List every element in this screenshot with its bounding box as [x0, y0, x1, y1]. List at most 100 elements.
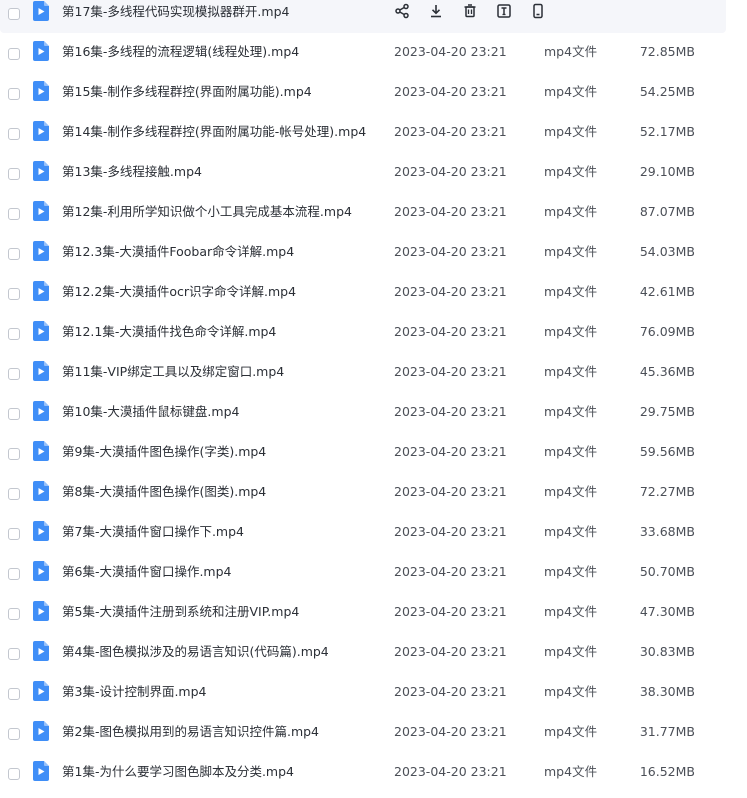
file-type: mp4文件	[544, 164, 598, 179]
file-size: 38.30MB	[639, 684, 695, 699]
row-checkbox[interactable]	[8, 408, 20, 420]
row-checkbox[interactable]	[8, 568, 20, 580]
file-name[interactable]: 第12.2集-大漠插件ocr识字命令详解.mp4	[62, 284, 296, 300]
row-checkbox[interactable]	[8, 688, 20, 700]
file-size: 30.83MB	[639, 644, 695, 659]
file-name[interactable]: 第3集-设计控制界面.mp4	[62, 684, 207, 700]
file-type: mp4文件	[544, 44, 598, 59]
table-row[interactable]: 第16集-多线程的流程逻辑(线程处理).mp4 2023-04-20 23:21 m…	[0, 37, 726, 73]
row-checkbox[interactable]	[8, 88, 20, 100]
row-checkbox[interactable]	[8, 128, 20, 140]
file-name[interactable]: 第4集-图色模拟涉及的易语言知识(代码篇).mp4	[62, 644, 329, 660]
file-size: 87.07MB	[639, 204, 695, 219]
table-row[interactable]: 第15集-制作多线程群控(界面附属功能).mp4 2023-04-20 23:21…	[0, 77, 726, 113]
file-type: mp4文件	[544, 444, 598, 459]
table-row[interactable]: 第17集-多线程代码实现模拟器群开.mp4	[0, 0, 726, 33]
file-type: mp4文件	[544, 84, 598, 99]
file-name[interactable]: 第8集-大漠插件图色操作(图类).mp4	[62, 484, 266, 500]
file-size: 52.17MB	[639, 124, 695, 139]
table-row[interactable]: 第5集-大漠插件注册到系统和注册VIP.mp4 2023-04-20 23:21 m…	[0, 597, 726, 633]
delete-icon[interactable]	[460, 1, 480, 21]
file-date: 2023-04-20 23:21	[394, 684, 507, 699]
video-file-icon	[33, 121, 49, 141]
table-row[interactable]: 第10集-大漠插件鼠标键盘.mp4 2023-04-20 23:21 mp4文件 29…	[0, 397, 726, 433]
file-size: 54.25MB	[639, 84, 695, 99]
file-name[interactable]: 第1集-为什么要学习图色脚本及分类.mp4	[62, 764, 294, 780]
table-row[interactable]: 第12.3集-大漠插件Foobar命令详解.mp4 2023-04-20 23:2…	[0, 237, 726, 273]
row-checkbox[interactable]	[8, 168, 20, 180]
file-size: 42.61MB	[639, 284, 695, 299]
file-name[interactable]: 第15集-制作多线程群控(界面附属功能).mp4	[62, 84, 312, 100]
row-checkbox[interactable]	[8, 488, 20, 500]
file-name[interactable]: 第12.3集-大漠插件Foobar命令详解.mp4	[62, 244, 294, 260]
file-type: mp4文件	[544, 204, 598, 219]
row-checkbox[interactable]	[8, 608, 20, 620]
row-checkbox[interactable]	[8, 8, 20, 20]
text-extract-icon[interactable]	[494, 1, 514, 21]
file-name[interactable]: 第2集-图色模拟用到的易语言知识控件篇.mp4	[62, 724, 319, 740]
table-row[interactable]: 第8集-大漠插件图色操作(图类).mp4 2023-04-20 23:21 mp4文…	[0, 477, 726, 513]
video-file-icon	[33, 641, 49, 661]
file-type: mp4文件	[544, 724, 598, 739]
file-type: mp4文件	[544, 364, 598, 379]
phone-icon[interactable]	[528, 1, 548, 21]
file-name[interactable]: 第12集-利用所学知识做个小工具完成基本流程.mp4	[62, 204, 352, 220]
file-name[interactable]: 第10集-大漠插件鼠标键盘.mp4	[62, 404, 239, 420]
table-row[interactable]: 第3集-设计控制界面.mp4 2023-04-20 23:21 mp4文件 38.30…	[0, 677, 726, 713]
file-size: 31.77MB	[639, 724, 695, 739]
file-name[interactable]: 第13集-多线程接触.mp4	[62, 164, 202, 180]
download-icon[interactable]	[426, 1, 446, 21]
file-name[interactable]: 第11集-VIP绑定工具以及绑定窗口.mp4	[62, 364, 284, 380]
row-checkbox[interactable]	[8, 528, 20, 540]
table-row[interactable]: 第6集-大漠插件窗口操作.mp4 2023-04-20 23:21 mp4文件 50.…	[0, 557, 726, 593]
file-date: 2023-04-20 23:21	[394, 244, 507, 259]
table-row[interactable]: 第11集-VIP绑定工具以及绑定窗口.mp4 2023-04-20 23:21 mp…	[0, 357, 726, 393]
table-row[interactable]: 第4集-图色模拟涉及的易语言知识(代码篇).mp4 2023-04-20 23:2…	[0, 637, 726, 673]
table-row[interactable]: 第7集-大漠插件窗口操作下.mp4 2023-04-20 23:21 mp4文件 33…	[0, 517, 726, 553]
file-type: mp4文件	[544, 244, 598, 259]
file-name[interactable]: 第16集-多线程的流程逻辑(线程处理).mp4	[62, 44, 299, 60]
table-row[interactable]: 第13集-多线程接触.mp4 2023-04-20 23:21 mp4文件 29.10…	[0, 157, 726, 193]
table-row[interactable]: 第12.1集-大漠插件找色命令详解.mp4 2023-04-20 23:21 mp4…	[0, 317, 726, 353]
file-type: mp4文件	[544, 404, 598, 419]
table-row[interactable]: 第12集-利用所学知识做个小工具完成基本流程.mp4 2023-04-20 23:…	[0, 197, 726, 233]
file-list: 第17集-多线程代码实现模拟器群开.mp4 第16集-多线程的流程逻辑(线程处理…	[0, 0, 747, 798]
table-row[interactable]: 第14集-制作多线程群控(界面附属功能-帐号处理).mp4 2023-04-20 …	[0, 117, 726, 153]
row-checkbox[interactable]	[8, 648, 20, 660]
row-checkbox[interactable]	[8, 728, 20, 740]
share-icon[interactable]	[392, 1, 412, 21]
file-date: 2023-04-20 23:21	[394, 364, 507, 379]
row-checkbox[interactable]	[8, 368, 20, 380]
file-size: 50.70MB	[639, 564, 695, 579]
video-file-icon	[33, 681, 49, 701]
file-date: 2023-04-20 23:21	[394, 44, 507, 59]
file-name[interactable]: 第9集-大漠插件图色操作(字类).mp4	[62, 444, 266, 460]
file-date: 2023-04-20 23:21	[394, 284, 507, 299]
row-checkbox[interactable]	[8, 328, 20, 340]
file-date: 2023-04-20 23:21	[394, 124, 507, 139]
file-name[interactable]: 第17集-多线程代码实现模拟器群开.mp4	[62, 4, 289, 20]
file-date: 2023-04-20 23:21	[394, 444, 507, 459]
file-size: 29.10MB	[639, 164, 695, 179]
video-file-icon	[33, 561, 49, 581]
table-row[interactable]: 第9集-大漠插件图色操作(字类).mp4 2023-04-20 23:21 mp4文…	[0, 437, 726, 473]
table-row[interactable]: 第1集-为什么要学习图色脚本及分类.mp4 2023-04-20 23:21 mp4…	[0, 757, 726, 793]
file-type: mp4文件	[544, 684, 598, 699]
row-checkbox[interactable]	[8, 48, 20, 60]
row-checkbox[interactable]	[8, 768, 20, 780]
file-size: 33.68MB	[639, 524, 695, 539]
file-name[interactable]: 第12.1集-大漠插件找色命令详解.mp4	[62, 324, 276, 340]
file-name[interactable]: 第7集-大漠插件窗口操作下.mp4	[62, 524, 244, 540]
file-name[interactable]: 第14集-制作多线程群控(界面附属功能-帐号处理).mp4	[62, 124, 366, 140]
file-name[interactable]: 第6集-大漠插件窗口操作.mp4	[62, 564, 232, 580]
table-row[interactable]: 第12.2集-大漠插件ocr识字命令详解.mp4 2023-04-20 23:21…	[0, 277, 726, 313]
row-checkbox[interactable]	[8, 248, 20, 260]
file-name[interactable]: 第5集-大漠插件注册到系统和注册VIP.mp4	[62, 604, 299, 620]
file-type: mp4文件	[544, 124, 598, 139]
row-checkbox[interactable]	[8, 448, 20, 460]
row-checkbox[interactable]	[8, 288, 20, 300]
row-checkbox[interactable]	[8, 208, 20, 220]
table-row[interactable]: 第2集-图色模拟用到的易语言知识控件篇.mp4 2023-04-20 23:21 m…	[0, 717, 726, 753]
file-type: mp4文件	[544, 564, 598, 579]
file-size: 72.85MB	[639, 44, 695, 59]
